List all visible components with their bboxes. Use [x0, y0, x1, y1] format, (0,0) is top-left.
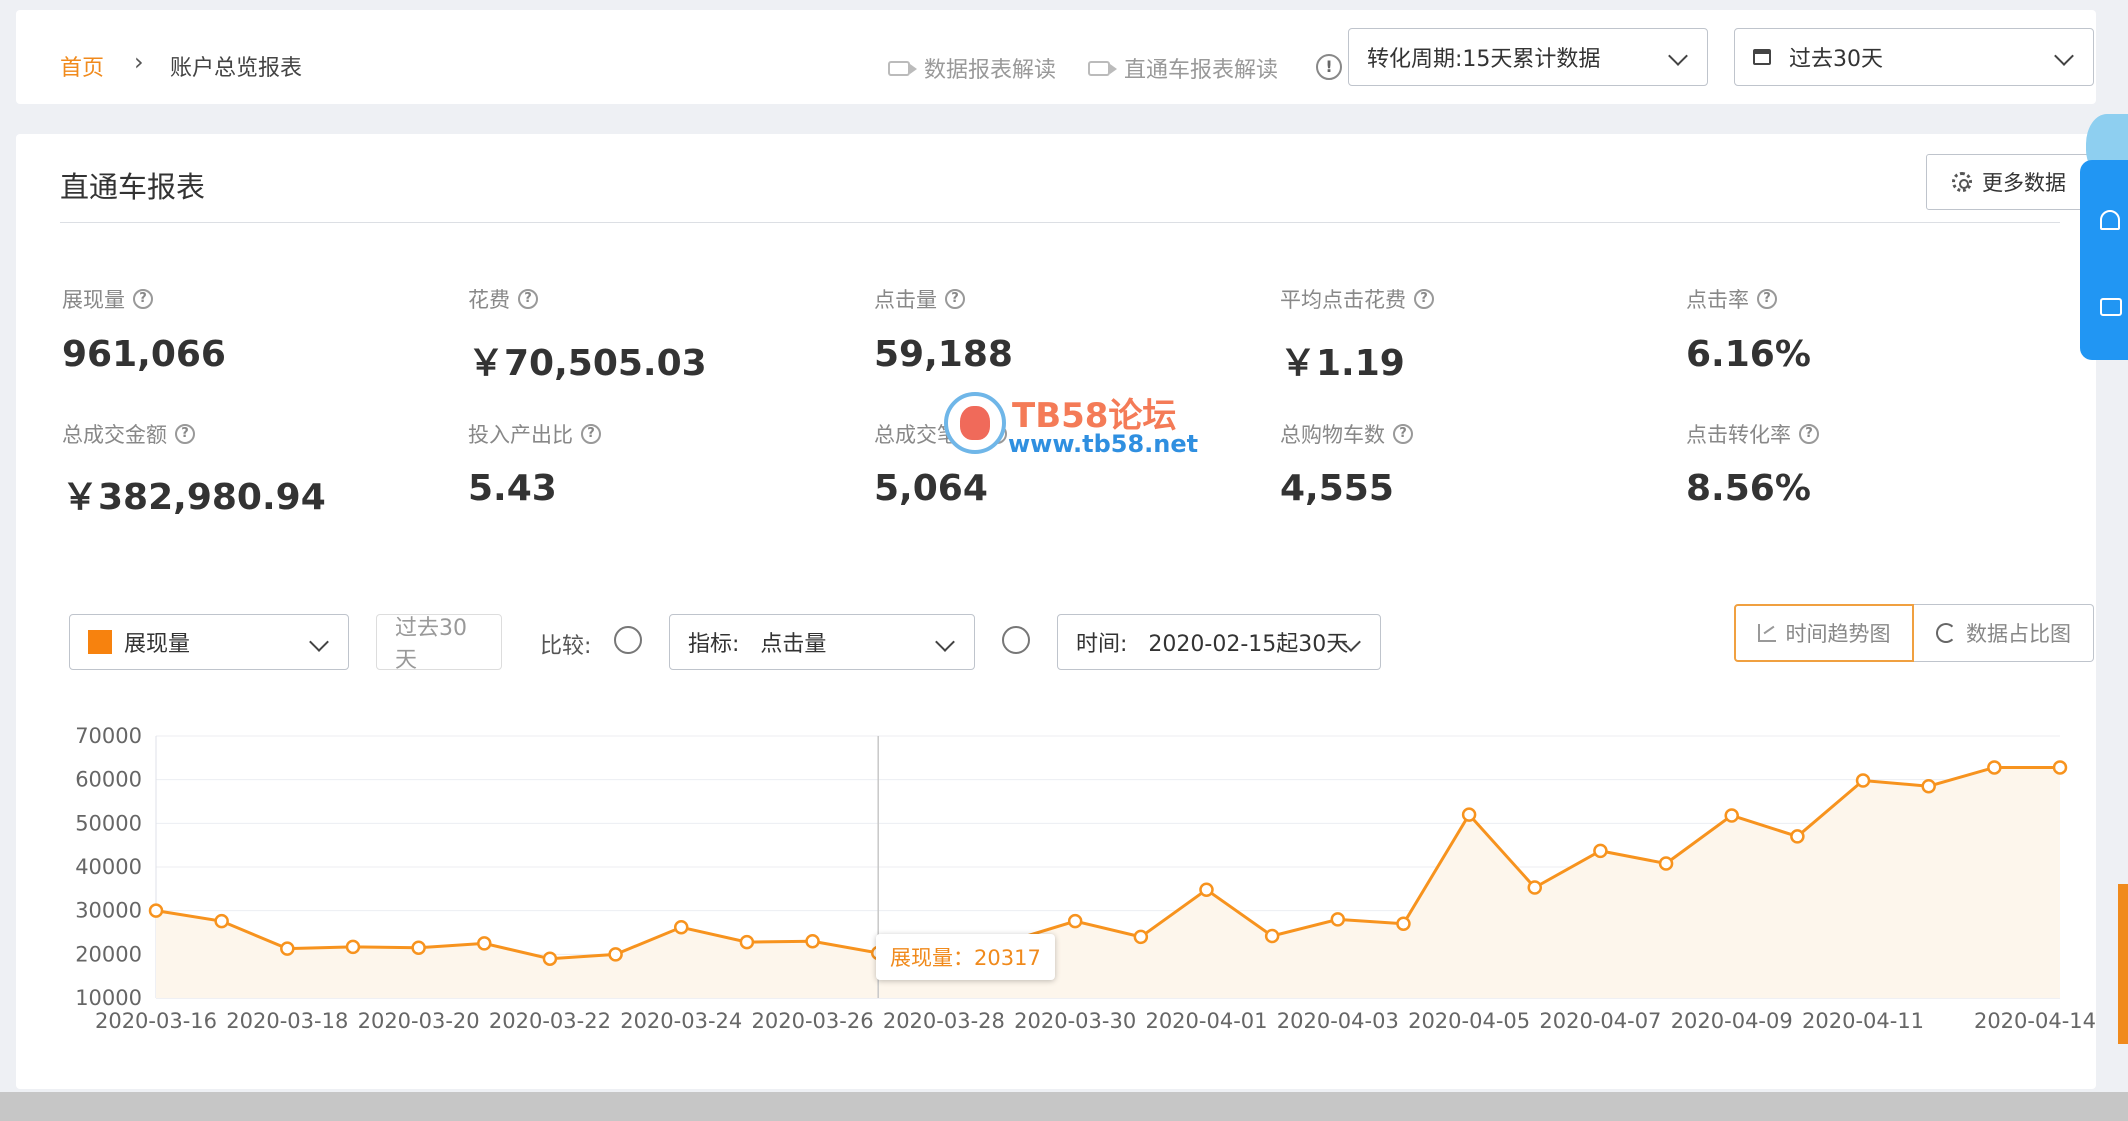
x-tick-label: 2020-03-30 [1014, 1009, 1136, 1033]
y-tick-label: 20000 [75, 942, 142, 966]
data-point [1461, 807, 1477, 822]
data-point [1987, 760, 2002, 775]
data-point [1855, 773, 1871, 788]
y-tick-label: 70000 [75, 724, 142, 748]
x-tick-label: 2020-03-18 [226, 1009, 348, 1033]
x-tick-label: 2020-03-22 [489, 1009, 611, 1033]
data-point [1264, 928, 1280, 944]
data-point [542, 951, 558, 966]
data-point [280, 941, 295, 956]
y-tick-label: 40000 [75, 855, 142, 879]
data-point [805, 933, 820, 949]
x-tick-label: 2020-03-16 [95, 1009, 217, 1033]
data-point [1527, 880, 1543, 895]
x-tick-label: 2020-03-24 [620, 1009, 742, 1033]
data-point [411, 940, 426, 956]
data-point [1199, 882, 1214, 897]
data-point [345, 939, 361, 955]
y-tick-label: 30000 [75, 899, 142, 923]
data-point [1133, 929, 1149, 945]
data-point [1067, 913, 1083, 929]
data-point [1396, 916, 1411, 932]
data-point [739, 934, 755, 950]
series-area [156, 767, 2060, 998]
x-tick-label: 2020-04-11 [1802, 1009, 1924, 1033]
data-point [477, 936, 492, 951]
trend-chart: 10000 20000 30000 40000 50000 60000 70000 2020-… [75, 724, 2096, 1033]
data-point [2052, 760, 2068, 775]
data-point [673, 920, 689, 935]
data-point [214, 913, 229, 929]
x-tick-label: 2020-04-07 [1539, 1009, 1661, 1033]
y-tick-label: 60000 [75, 768, 142, 792]
x-tick-label: 2020-03-20 [358, 1009, 480, 1033]
x-tick-label: 2020-04-01 [1145, 1009, 1267, 1033]
x-tick-label: 2020-03-28 [883, 1009, 1005, 1033]
data-point [608, 947, 623, 962]
chart-tooltip: 展现量：20317 [876, 934, 1055, 980]
x-tick-label: 2020-04-09 [1671, 1009, 1793, 1033]
chat-icon[interactable] [2100, 298, 2122, 316]
x-tick-label: 2020-04-05 [1408, 1009, 1530, 1033]
x-tick-label: 2020-03-26 [752, 1009, 874, 1033]
bell-icon[interactable] [2100, 210, 2120, 230]
data-point [1593, 843, 1608, 859]
data-point [1790, 829, 1805, 844]
data-point [1330, 912, 1346, 927]
right-edge-tab[interactable] [2118, 884, 2128, 1044]
y-tick-label: 50000 [75, 811, 142, 835]
side-toolbar [2080, 160, 2128, 360]
data-point [1921, 778, 1936, 794]
data-point [1724, 808, 1739, 823]
y-tick-label: 10000 [75, 986, 142, 1010]
data-point [1658, 856, 1674, 871]
x-tick-label: 2020-04-03 [1277, 1009, 1399, 1033]
data-point [148, 903, 164, 918]
x-tick-label: 2020-04-14 [1974, 1009, 2096, 1033]
bottom-bar [0, 1092, 2128, 1121]
